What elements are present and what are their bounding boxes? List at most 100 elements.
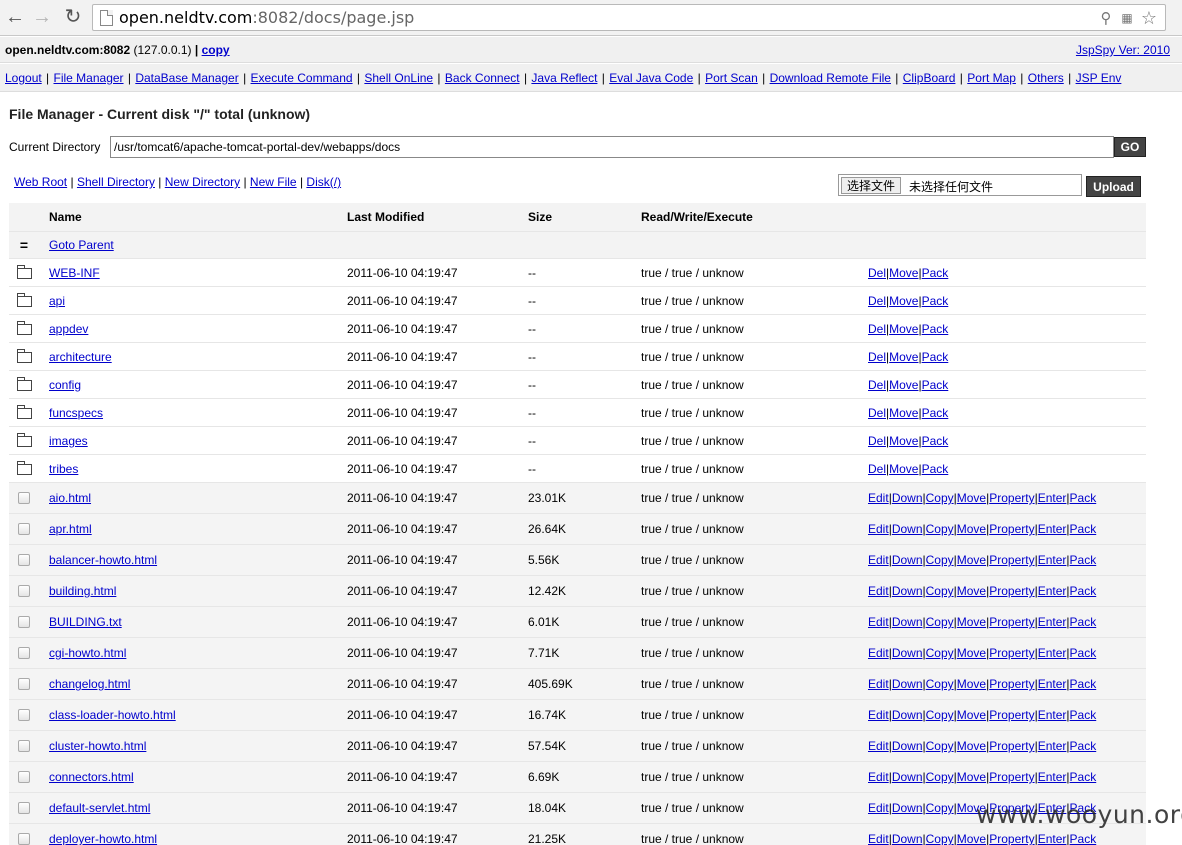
action-move-link[interactable]: Move [889,378,918,392]
action-del-link[interactable]: Del [868,322,886,336]
action-property-link[interactable]: Property [989,584,1034,598]
action-pack-link[interactable]: Pack [922,294,949,308]
link-shell-directory[interactable]: Shell Directory [77,175,155,189]
action-edit-link[interactable]: Edit [868,832,889,845]
link-web-root[interactable]: Web Root [14,175,67,189]
action-pack-link[interactable]: Pack [922,266,949,280]
action-del-link[interactable]: Del [868,434,886,448]
menu-database-manager[interactable]: DataBase Manager [135,71,238,85]
file-link[interactable]: connectors.html [49,770,134,784]
action-move-link[interactable]: Move [889,350,918,364]
upload-button[interactable]: Upload [1086,176,1141,197]
action-property-link[interactable]: Property [989,646,1034,660]
action-down-link[interactable]: Down [892,553,923,567]
choose-file-button[interactable]: 选择文件 [841,177,902,194]
action-copy-link[interactable]: Copy [926,615,954,629]
action-copy-link[interactable]: Copy [926,708,954,722]
action-del-link[interactable]: Del [868,378,886,392]
menu-file-manager[interactable]: File Manager [54,71,124,85]
action-enter-link[interactable]: Enter [1038,739,1067,753]
select-checkbox[interactable] [18,492,30,504]
goto-parent-link[interactable]: Goto Parent [49,238,114,252]
action-enter-link[interactable]: Enter [1038,770,1067,784]
action-pack-link[interactable]: Pack [1070,646,1097,660]
star-icon[interactable]: ☆ [1139,8,1159,28]
action-del-link[interactable]: Del [868,350,886,364]
select-checkbox[interactable] [18,554,30,566]
menu-jsp-env[interactable]: JSP Env [1076,71,1122,85]
file-link[interactable]: deployer-howto.html [49,832,157,845]
link-disk[interactable]: Disk(/) [306,175,341,189]
select-checkbox[interactable] [18,802,30,814]
action-copy-link[interactable]: Copy [926,739,954,753]
menu-port-scan[interactable]: Port Scan [705,71,758,85]
file-link[interactable]: apr.html [49,522,92,536]
action-down-link[interactable]: Down [892,491,923,505]
action-pack-link[interactable]: Pack [1070,708,1097,722]
select-checkbox[interactable] [18,585,30,597]
action-down-link[interactable]: Down [892,646,923,660]
current-directory-input[interactable] [110,136,1114,158]
action-copy-link[interactable]: Copy [926,491,954,505]
action-move-link[interactable]: Move [957,770,986,784]
file-link[interactable]: default-servlet.html [49,801,150,815]
action-copy-link[interactable]: Copy [926,677,954,691]
action-down-link[interactable]: Down [892,832,923,845]
menu-java-reflect[interactable]: Java Reflect [531,71,597,85]
directory-link[interactable]: WEB-INF [49,266,100,280]
file-link[interactable]: changelog.html [49,677,130,691]
action-move-link[interactable]: Move [957,832,986,845]
file-link[interactable]: cgi-howto.html [49,646,126,660]
directory-link[interactable]: api [49,294,65,308]
action-copy-link[interactable]: Copy [926,553,954,567]
action-edit-link[interactable]: Edit [868,708,889,722]
action-enter-link[interactable]: Enter [1038,584,1067,598]
action-pack-link[interactable]: Pack [1070,770,1097,784]
action-down-link[interactable]: Down [892,522,923,536]
file-link[interactable]: building.html [49,584,116,598]
key-icon[interactable]: ⚲ [1096,8,1116,28]
select-checkbox[interactable] [18,678,30,690]
directory-link[interactable]: architecture [49,350,112,364]
action-edit-link[interactable]: Edit [868,801,889,815]
action-copy-link[interactable]: Copy [926,522,954,536]
action-pack-link[interactable]: Pack [922,322,949,336]
action-edit-link[interactable]: Edit [868,739,889,753]
action-enter-link[interactable]: Enter [1038,615,1067,629]
action-move-link[interactable]: Move [957,584,986,598]
action-copy-link[interactable]: Copy [926,832,954,845]
action-pack-link[interactable]: Pack [922,406,949,420]
action-pack-link[interactable]: Pack [1070,832,1097,845]
action-pack-link[interactable]: Pack [1070,491,1097,505]
select-checkbox[interactable] [18,647,30,659]
action-move-link[interactable]: Move [889,462,918,476]
action-move-link[interactable]: Move [957,553,986,567]
action-enter-link[interactable]: Enter [1038,646,1067,660]
directory-link[interactable]: images [49,434,88,448]
action-edit-link[interactable]: Edit [868,553,889,567]
directory-link[interactable]: funcspecs [49,406,103,420]
action-move-link[interactable]: Move [889,266,918,280]
menu-shell-online[interactable]: Shell OnLine [364,71,433,85]
select-checkbox[interactable] [18,771,30,783]
copy-link[interactable]: copy [202,43,230,57]
action-pack-link[interactable]: Pack [1070,615,1097,629]
select-checkbox[interactable] [18,523,30,535]
action-down-link[interactable]: Down [892,615,923,629]
action-enter-link[interactable]: Enter [1038,677,1067,691]
action-pack-link[interactable]: Pack [1070,553,1097,567]
action-down-link[interactable]: Down [892,708,923,722]
translate-icon[interactable]: ▦ [1117,8,1137,28]
action-del-link[interactable]: Del [868,406,886,420]
address-bar[interactable]: open.neldtv.com:8082/docs/page.jsp ⚲ ▦ ☆ [92,4,1166,31]
menu-port-map[interactable]: Port Map [967,71,1016,85]
reload-icon[interactable]: ↻ [62,6,84,28]
file-link[interactable]: balancer-howto.html [49,553,157,567]
action-property-link[interactable]: Property [989,739,1034,753]
url-text[interactable]: open.neldtv.com:8082/docs/page.jsp [119,8,414,27]
action-copy-link[interactable]: Copy [926,801,954,815]
action-down-link[interactable]: Down [892,801,923,815]
action-property-link[interactable]: Property [989,615,1034,629]
file-link[interactable]: BUILDING.txt [49,615,122,629]
action-pack-link[interactable]: Pack [1070,584,1097,598]
